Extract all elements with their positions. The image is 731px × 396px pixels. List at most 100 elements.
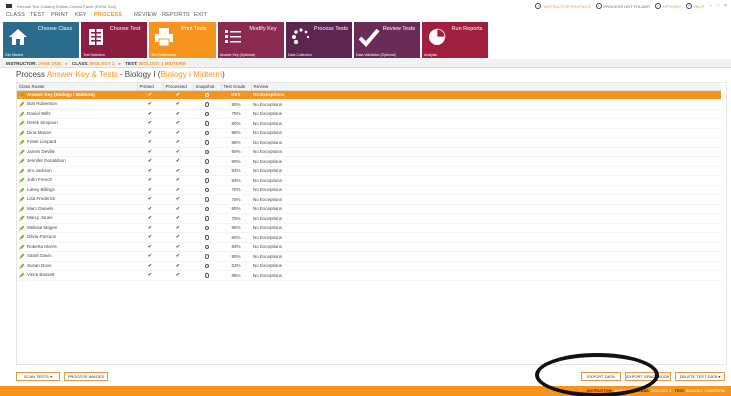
scan-tests-button[interactable]: SCAN TESTS ▾: [16, 372, 60, 381]
table-row[interactable]: Melissa Magee ✔ ✔ 95% No Exceptions: [17, 223, 721, 233]
review-cell[interactable]: No Exceptions: [251, 213, 721, 224]
edit-pencil-icon[interactable]: [19, 101, 25, 108]
table-row[interactable]: Dina Mason ✔ ✔ 88% No Exceptions: [17, 128, 721, 138]
table-row[interactable]: Jim Jackson ✔ ✔ 93% No Exceptions: [17, 166, 721, 176]
edit-pencil-icon[interactable]: [19, 215, 25, 222]
snapshot-cell[interactable]: [193, 251, 221, 262]
tile-choose-test[interactable]: Choose Test Test Selection: [81, 22, 147, 58]
table-row[interactable]: Marc Daniels ✔ ✔ 80% No Exceptions: [17, 204, 721, 214]
table-row[interactable]: Jennifer Donaldson ✔ ✔ 90% No Exceptions: [17, 156, 721, 167]
menu-process[interactable]: PROCESS: [94, 12, 122, 18]
snapshot-cell[interactable]: [193, 223, 221, 233]
review-cell[interactable]: No Exceptions: [251, 147, 721, 157]
table-row[interactable]: Lisa Frederick ✔ ✔ 75% No Exceptions: [17, 194, 721, 205]
table-row[interactable]: Roberta Morris ✔ ✔ 83% No Exceptions: [17, 242, 721, 252]
crumb-class[interactable]: BIOLOGY 1: [90, 61, 114, 66]
snapshot-cell[interactable]: [193, 213, 221, 224]
review-cell[interactable]: No Exceptions: [251, 137, 721, 148]
menu-print[interactable]: PRINT: [51, 12, 69, 18]
table-row[interactable]: Susan Dove ✔ ✔ 53% No Exceptions: [17, 261, 721, 271]
snapshot-cell[interactable]: [193, 232, 221, 243]
tile-run-reports[interactable]: Run Reports Analysis: [422, 22, 488, 58]
col-snapshot[interactable]: Snapshot: [193, 83, 222, 91]
instructor-profiles-button[interactable]: • INSTRUCTOR PROFILES: [535, 3, 591, 9]
review-cell[interactable]: No Exceptions: [251, 175, 721, 186]
review-cell[interactable]: No Exceptions: [251, 242, 721, 252]
edit-pencil-icon[interactable]: [19, 177, 25, 184]
edit-pencil-icon[interactable]: [19, 234, 25, 241]
snapshot-cell[interactable]: [193, 185, 221, 195]
delete-test-data-button[interactable]: DELETE TEST DATA ▾: [675, 372, 725, 381]
table-row[interactable]: John French ✔ ✔ 83% No Exceptions: [17, 175, 721, 186]
menu-test[interactable]: TEST: [30, 12, 45, 18]
edit-pencil-icon[interactable]: [19, 92, 25, 98]
snapshot-cell[interactable]: [193, 261, 221, 271]
tile-process-tests[interactable]: Process Tests Data Collection: [286, 22, 352, 58]
snapshot-cell[interactable]: [193, 166, 221, 176]
snapshot-cell[interactable]: [193, 118, 221, 129]
edit-pencil-icon[interactable]: [19, 272, 25, 279]
crumb-instructor[interactable]: JANE DOE: [38, 61, 61, 66]
snapshot-cell[interactable]: [193, 90, 221, 100]
edit-pencil-icon[interactable]: [19, 168, 25, 174]
table-row[interactable]: Sarah Davis ✔ ✔ 90% No Exceptions: [17, 251, 721, 262]
col-printed[interactable]: Printed: [137, 83, 164, 91]
snapshot-cell[interactable]: [193, 242, 221, 252]
table-row[interactable]: Marcy Jones ✔ ✔ 75% No Exceptions: [17, 213, 721, 224]
menu-review[interactable]: REVIEW: [134, 12, 157, 18]
snapshot-cell[interactable]: [193, 137, 221, 148]
table-row[interactable]: Laney Billings ✔ ✔ 75% No Exceptions: [17, 185, 721, 195]
review-cell[interactable]: No Exceptions: [251, 251, 721, 262]
tile-modify-key[interactable]: Modify Key Answer Key (Optional): [218, 22, 284, 58]
snapshot-cell[interactable]: [193, 270, 221, 281]
table-row[interactable]: Answer Key (Biology I Midterm) ✔ ✔ KEY No Ex…: [17, 90, 721, 100]
edit-pencil-icon[interactable]: [19, 158, 25, 165]
review-cell[interactable]: No Exceptions: [251, 99, 721, 110]
edit-pencil-icon[interactable]: [19, 149, 25, 155]
review-cell[interactable]: No Exceptions: [251, 166, 721, 176]
process-hot-folder-button[interactable]: • PROCESS HOT FOLDER: [595, 3, 650, 9]
menu-class[interactable]: CLASS: [6, 12, 25, 18]
table-row[interactable]: Bob Robertson ✔ ✔ 90% No Exceptions: [17, 99, 721, 110]
edit-pencil-icon[interactable]: [19, 253, 25, 260]
review-cell[interactable]: No Exceptions: [251, 185, 721, 195]
edit-pencil-icon[interactable]: [19, 263, 25, 269]
table-row[interactable]: Frank Leopard ✔ ✔ 98% No Exceptions: [17, 137, 721, 148]
col-processed[interactable]: Processed: [163, 83, 194, 91]
review-cell[interactable]: No Exceptions: [251, 270, 721, 281]
menu-exit[interactable]: EXIT: [194, 12, 207, 18]
edit-pencil-icon[interactable]: [19, 225, 25, 231]
menu-key[interactable]: KEY: [75, 12, 87, 18]
review-cell[interactable]: No Exceptions: [251, 261, 721, 271]
edit-pencil-icon[interactable]: [19, 244, 25, 250]
edit-pencil-icon[interactable]: [19, 120, 25, 127]
options-button[interactable]: • OPTIONS: [654, 3, 681, 9]
edit-pencil-icon[interactable]: [19, 206, 25, 212]
snapshot-cell[interactable]: [193, 109, 221, 119]
table-row[interactable]: Olivia Parsons ✔ ✔ 60% No Exceptions: [17, 232, 721, 243]
edit-pencil-icon[interactable]: [19, 130, 25, 136]
table-row[interactable]: Vince Bassett ✔ ✔ 88% No Exceptions: [17, 270, 721, 281]
tile-choose-class[interactable]: Choose Class Get Started: [3, 22, 79, 58]
table-row[interactable]: Derek Simpson ✔ ✔ 80% No Exceptions: [17, 118, 721, 129]
snapshot-cell[interactable]: [193, 128, 221, 138]
table-row[interactable]: James Deville ✔ ✔ 90% No Exceptions: [17, 147, 721, 157]
minimize-icon[interactable]: −: [709, 3, 712, 9]
col-test-grade[interactable]: Test Grade: [221, 83, 252, 91]
tile-print-tests[interactable]: Print Tests Test Distribution: [149, 22, 216, 58]
tile-review-tests[interactable]: Review Tests Data Validation (Optional): [354, 22, 420, 58]
snapshot-cell[interactable]: [193, 194, 221, 205]
edit-pencil-icon[interactable]: [19, 196, 25, 203]
review-cell[interactable]: No Exceptions: [251, 118, 721, 129]
menu-reports[interactable]: REPORTS: [162, 12, 190, 18]
crumb-test[interactable]: BIOLOGY 1 MIDTERM: [139, 61, 186, 66]
review-cell[interactable]: No Exceptions: [251, 194, 721, 205]
snapshot-cell[interactable]: [193, 156, 221, 167]
review-cell[interactable]: No Exceptions: [251, 232, 721, 243]
review-cell[interactable]: No Exceptions: [251, 204, 721, 214]
help-button[interactable]: ? HELP: [685, 3, 704, 9]
table-row[interactable]: Daniel Wills ✔ ✔ 75% No Exceptions: [17, 109, 721, 119]
col-review[interactable]: Review: [251, 83, 721, 91]
review-cell[interactable]: No Exceptions: [251, 156, 721, 167]
review-cell[interactable]: No Exceptions: [251, 109, 721, 119]
